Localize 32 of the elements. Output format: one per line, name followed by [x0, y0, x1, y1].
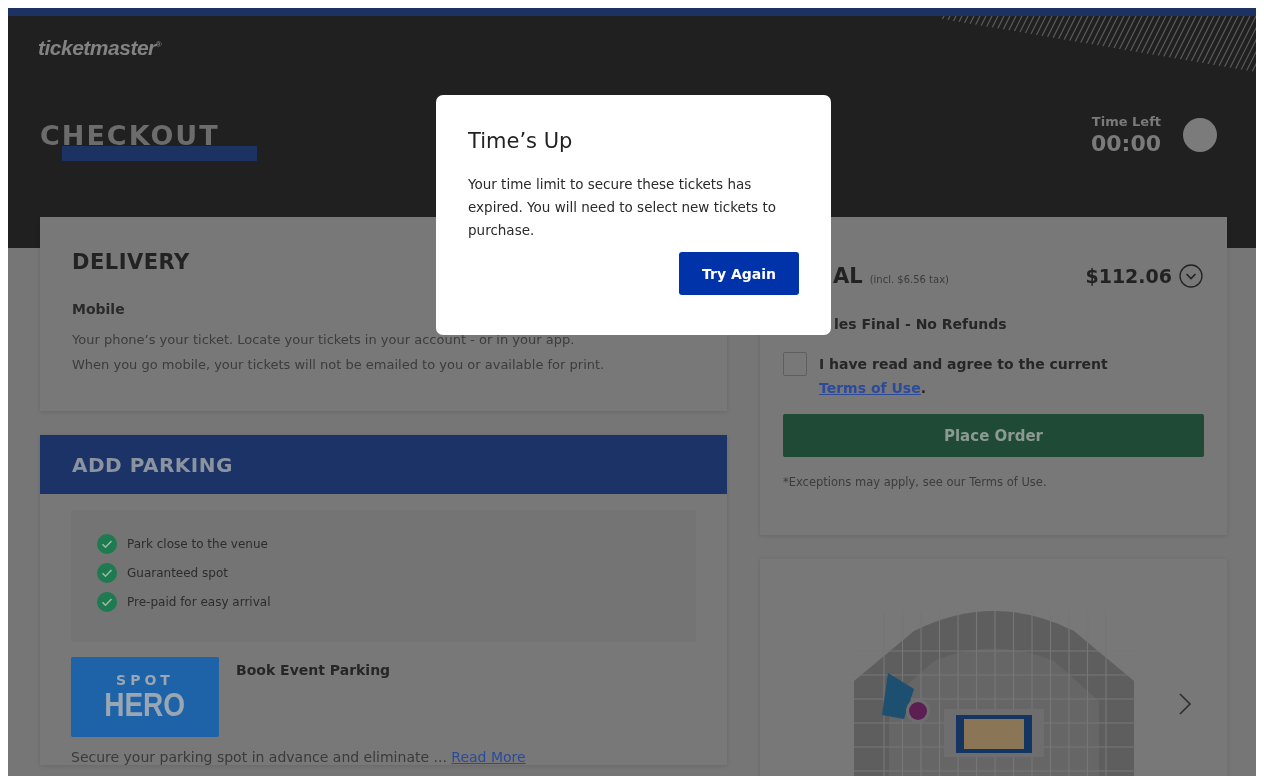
terms-link[interactable]: Terms of Use: [819, 380, 921, 396]
policy-text: les Final - No Refunds: [833, 316, 1008, 332]
total-price: $112.06: [1085, 265, 1172, 287]
modal-message: Your time limit to secure these tickets has expired. You will need to select new tickets to purchase.: [468, 175, 777, 240]
benefit-text: Guaranteed spot: [127, 566, 228, 580]
benefit-text: Pre-paid for easy arrival: [127, 595, 271, 609]
chevron-right-icon[interactable]: [1178, 692, 1192, 716]
section-header: ADD PARKING: [40, 435, 727, 494]
logo-text: HERO: [104, 688, 186, 722]
provider-title: Book Event Parking: [236, 662, 391, 680]
section-title: DELIVERY: [72, 250, 191, 274]
read-more-link[interactable]: Read More: [451, 749, 526, 765]
terms-label: I have read and agree to the current Terms of Use.: [819, 355, 1109, 398]
try-again-button[interactable]: Try Again: [679, 252, 799, 295]
logo-text: SPOT: [116, 672, 174, 688]
delivery-method: Mobile: [72, 301, 126, 317]
parking-logo[interactable]: SPOT HERO: [71, 657, 219, 737]
provider-description: Secure your parking spot in advance and eliminate ... Read More: [71, 749, 527, 765]
total-label: AL: [833, 264, 863, 288]
place-order-button[interactable]: Place Order: [783, 414, 1204, 457]
delivery-description: When you go mobile, your tickets will not be emailed to you or available for print.: [72, 356, 606, 374]
logo[interactable]: ticketmaster$^{®}$: [38, 36, 162, 60]
timer-label: Time Left: [1090, 114, 1161, 129]
exceptions-note: *Exceptions may apply, see our Terms of Use.: [783, 475, 1048, 489]
page-title: CHECKOUT: [40, 119, 220, 151]
terms-checkbox[interactable]: [783, 352, 807, 376]
timer-value: 00:00: [1090, 131, 1161, 156]
chevron-icon[interactable]: [1179, 264, 1203, 288]
benefit-text: Park close to the venue: [127, 537, 268, 551]
modal-title: Time’s Up: [468, 129, 574, 153]
tax-note: (incl. $6.56 tax): [869, 274, 949, 285]
timer-circle-icon: [1183, 118, 1217, 152]
